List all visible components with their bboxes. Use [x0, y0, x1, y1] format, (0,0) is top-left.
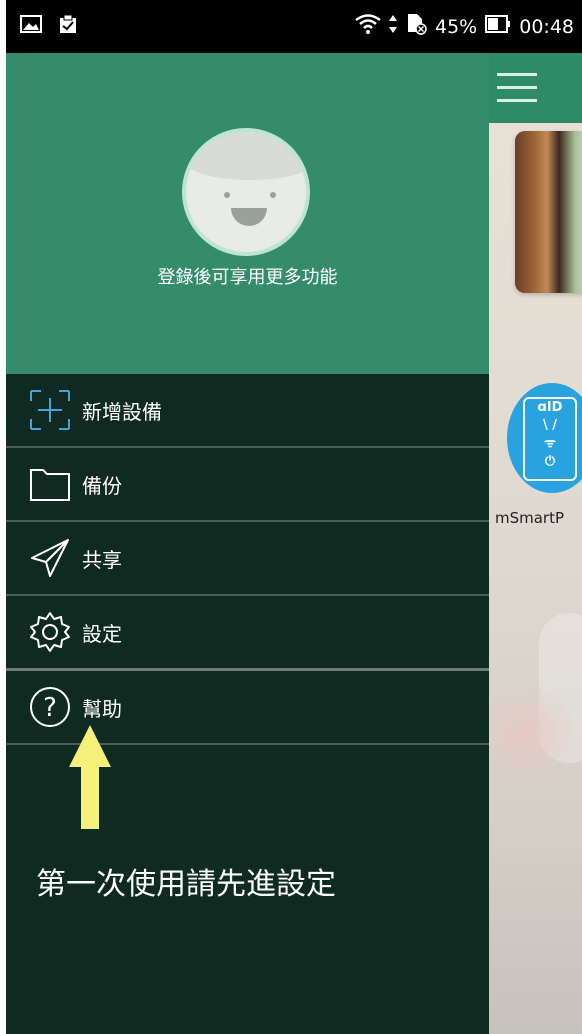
device-label: mSmartP — [495, 509, 565, 527]
smart-plug-icon: ɑID \ / ᯤ ⏻ — [523, 397, 577, 481]
wifi-icon — [355, 14, 381, 39]
menu-item-share[interactable]: 共享 — [6, 522, 489, 596]
help-question-icon: ? — [28, 685, 72, 729]
clipboard-check-icon — [58, 14, 78, 39]
menu-item-label: 備份 — [82, 473, 122, 498]
background-app-panel[interactable]: ɑID \ / ᯤ ⏻ mSmartP — [489, 53, 582, 1034]
phone-screen: 45% 00:48 ɑID \ / ᯤ ⏻ mSmartP 登錄後可享用更多功能… — [6, 0, 582, 1034]
data-arrows-icon — [389, 14, 397, 39]
menu-item-label: 設定 — [82, 621, 122, 646]
svg-text:?: ? — [43, 693, 57, 723]
menu-item-label: 幫助 — [82, 696, 122, 721]
drawer-header: 登錄後可享用更多功能 — [6, 53, 489, 374]
share-send-icon — [28, 536, 72, 580]
login-prompt[interactable]: 登錄後可享用更多功能 — [6, 263, 489, 289]
battery-percent: 45% — [435, 15, 478, 38]
drawer-menu: 新增設備 備份 共享 設定 ? 幫助 — [6, 374, 489, 745]
status-time: 00:48 — [519, 15, 574, 38]
hint-arrow-up-icon — [69, 725, 111, 829]
avatar[interactable] — [182, 128, 310, 256]
smart-plug-device-tile[interactable]: ɑID \ / ᯤ ⏻ — [507, 383, 582, 493]
menu-item-label: 共享 — [82, 547, 122, 572]
folder-icon — [28, 462, 72, 506]
tutorial-hint-text: 第一次使用請先進設定 — [36, 867, 336, 902]
menu-item-add-device[interactable]: 新增設備 — [6, 374, 489, 448]
battery-icon — [485, 15, 511, 38]
gear-icon — [28, 610, 72, 654]
image-notification-icon — [20, 15, 42, 38]
background-app-header — [489, 53, 582, 123]
menu-item-label: 新增設備 — [82, 399, 162, 424]
add-device-icon — [28, 388, 72, 432]
menu-item-settings[interactable]: 設定 — [6, 596, 489, 671]
status-bar: 45% 00:48 — [6, 0, 582, 53]
no-sim-icon — [405, 13, 427, 40]
hamburger-menu-icon[interactable] — [497, 73, 537, 103]
background-decoration — [489, 673, 582, 793]
menu-item-backup[interactable]: 備份 — [6, 448, 489, 522]
room-thumbnail[interactable] — [515, 131, 582, 293]
navigation-drawer: 登錄後可享用更多功能 新增設備 備份 共享 設定 ? 幫助 第一次使用請先進設定 — [6, 53, 489, 1034]
